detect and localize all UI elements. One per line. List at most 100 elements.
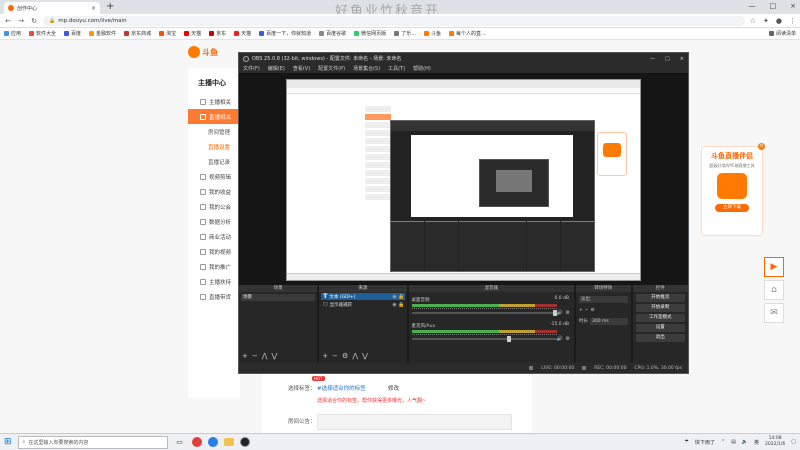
visibility-eye-icon[interactable]: ◉ 🔒 (392, 294, 404, 300)
menu-edit[interactable]: 编辑(E) (268, 65, 285, 72)
chrome-app-icon[interactable] (191, 437, 202, 447)
down-icon[interactable]: ⋁ (272, 352, 278, 360)
edit-tag-button[interactable]: 修改 (388, 384, 399, 392)
studio-mode-button[interactable]: 工作室模式 (635, 314, 685, 322)
forward-icon[interactable]: → (17, 17, 25, 25)
network-icon[interactable]: ▤ (731, 439, 736, 445)
browser-tab[interactable]: 创作中心 × (4, 2, 100, 14)
bookmark-item[interactable]: 百度一下，你就知道 (259, 30, 311, 37)
weather-icon[interactable]: ☂ (684, 439, 688, 445)
bookmark-item[interactable]: 京东 (209, 30, 226, 37)
bookmark-item[interactable]: 了乐... (394, 30, 416, 37)
sidebar-subitem[interactable]: 房间管理 (188, 124, 240, 139)
volume-slider[interactable] (411, 312, 557, 314)
speaker-icon[interactable]: 🔊 (557, 310, 563, 316)
bookmark-item[interactable]: 软件大全 (29, 30, 56, 37)
notification-icon[interactable]: ▢ (791, 439, 796, 445)
url-input[interactable]: 🔒 mp.douyu.com/live/main (43, 15, 745, 26)
bookmark-item[interactable]: 百度 (64, 30, 81, 37)
obs-minimize-button[interactable]: — (650, 56, 655, 62)
bookmark-item[interactable]: 天猫 (184, 30, 201, 37)
bookmark-item[interactable]: 淘宝 (159, 30, 176, 37)
gear-icon[interactable]: ⚙ (591, 308, 595, 313)
start-streaming-button[interactable]: 开始推流 (635, 294, 685, 302)
exit-button[interactable]: 退出 (635, 334, 685, 342)
volume-knob[interactable] (506, 336, 511, 342)
douyu-logo[interactable]: 斗鱼 (188, 44, 224, 60)
maximize-button[interactable]: □ (770, 2, 777, 10)
up-icon[interactable]: ⋀ (352, 352, 358, 360)
profile-icon[interactable]: ● (776, 17, 782, 25)
sidebar-item[interactable]: 主播相关 (188, 94, 240, 109)
back-icon[interactable]: ← (4, 17, 12, 25)
source-item-display[interactable]: □ 显示器捕获 ◉ 🔒 (321, 301, 404, 308)
bookmark-item[interactable]: 斗鱼 (423, 30, 441, 37)
sidebar-item[interactable]: 我的推广 (188, 259, 240, 274)
tab-close-icon[interactable]: × (91, 5, 96, 12)
up-icon[interactable]: ⋀ (262, 352, 268, 360)
duration-input[interactable]: 300 ms (590, 317, 628, 325)
down-icon[interactable]: ⋁ (362, 352, 368, 360)
assistant-ad-card[interactable]: × 斗鱼直播伴侣 超级好用的PC端直播工具 立即下载 (701, 143, 765, 236)
menu-profile[interactable]: 配置文件(P) (318, 65, 345, 72)
file-explorer-icon[interactable] (223, 438, 234, 446)
reload-icon[interactable]: ↻ (30, 17, 38, 25)
volume-slider[interactable] (411, 338, 557, 340)
ad-close-icon[interactable]: × (758, 143, 765, 150)
gear-icon[interactable]: ⚙ (342, 352, 348, 360)
menu-icon[interactable]: ⋮ (789, 17, 796, 25)
obs-close-button[interactable]: × (680, 56, 684, 62)
menu-help[interactable]: 帮助(H) (413, 65, 431, 72)
obs-app-icon[interactable] (239, 437, 250, 447)
source-item-text[interactable]: T 文本 (GDI+) ◉ 🔒 (321, 293, 405, 300)
new-tab-button[interactable]: + (106, 2, 114, 12)
visibility-eye-icon[interactable]: ◉ 🔒 (392, 302, 404, 308)
gear-icon[interactable]: ⚙ (566, 336, 570, 342)
menu-scene-collection[interactable]: 场景集合(S) (353, 65, 380, 72)
bookmark-item[interactable]: 应用 (4, 30, 21, 37)
bookmark-item[interactable]: 京东商城 (124, 30, 151, 37)
feedback-icon[interactable]: ✉ (764, 303, 784, 323)
sidebar-item[interactable]: 我的视频 (188, 244, 240, 259)
sidebar-item[interactable]: 数据分析 (188, 214, 240, 229)
clock[interactable]: 14:08 2022/1/6 (765, 436, 785, 448)
add-icon[interactable]: + (242, 352, 248, 360)
sidebar-subitem-selected[interactable]: 直播设置 (188, 139, 240, 154)
settings-button[interactable]: 设置 (635, 324, 685, 332)
sidebar-item[interactable]: 视频剪辑 (188, 169, 240, 184)
menu-view[interactable]: 查看(V) (293, 65, 310, 72)
notice-textarea[interactable] (317, 414, 512, 430)
taskbar-search-input[interactable]: ⌕ 在这里输入你要搜索的内容 (17, 435, 168, 449)
bookmark-item[interactable]: 每个人的直... (448, 30, 486, 37)
bookmark-item[interactable]: 微信网页版 (354, 30, 386, 37)
menu-file[interactable]: 文件(F) (243, 65, 260, 72)
tray-arrow-icon[interactable]: ⌃ (721, 439, 725, 445)
obs-preview[interactable] (239, 73, 688, 285)
add-icon[interactable]: + (579, 308, 583, 313)
close-window-button[interactable]: × (790, 2, 796, 10)
home-icon[interactable]: ⌂ (764, 280, 784, 300)
tag-link[interactable]: #选择适合你的标签 (317, 384, 366, 392)
sidebar-item-active[interactable]: 直播相关 (188, 109, 240, 124)
bookmark-item[interactable]: 天猫 (234, 30, 251, 37)
play-icon[interactable]: ▶ (764, 257, 784, 277)
scene-item[interactable]: 场景 (241, 294, 316, 301)
sidebar-item[interactable]: 主播扶持 (188, 274, 240, 289)
sidebar-subitem[interactable]: 直播记录 (188, 154, 240, 169)
remove-icon[interactable]: − (332, 352, 338, 360)
browser-app-icon[interactable] (207, 437, 218, 447)
transition-select[interactable]: 淡出 (579, 295, 628, 303)
add-icon[interactable]: + (322, 352, 328, 360)
windows-start-icon[interactable]: ⊞ (4, 437, 12, 447)
ime-indicator[interactable]: 英 (754, 439, 759, 446)
menu-tools[interactable]: 工具(T) (388, 65, 405, 72)
download-button[interactable]: 立即下载 (715, 204, 749, 212)
task-view-icon[interactable]: ▭ (174, 436, 186, 448)
bookmark-item[interactable]: 百度谷歌 (319, 30, 346, 37)
volume-icon[interactable]: 🔈 (742, 439, 748, 445)
sidebar-item[interactable]: 我的收益 (188, 184, 240, 199)
gear-icon[interactable]: ⚙ (566, 310, 570, 316)
bookmark-item[interactable]: 金融软件 (89, 30, 116, 37)
extensions-icon[interactable]: ✦ (763, 17, 769, 25)
minimize-button[interactable]: — (749, 2, 756, 10)
